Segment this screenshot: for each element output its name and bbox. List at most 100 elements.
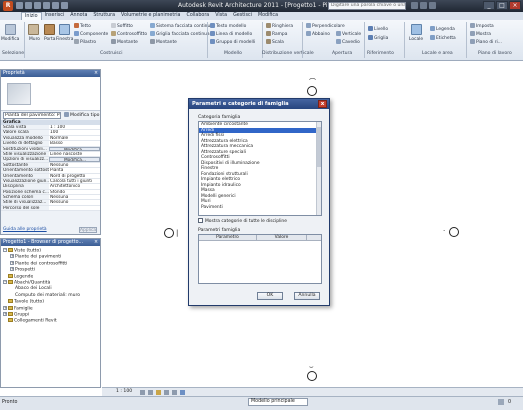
- modify-arrow-icon[interactable]: [5, 24, 16, 35]
- curtain-system-button[interactable]: Sistema facciata continua: [150, 23, 213, 29]
- scroll-thumb[interactable]: [317, 127, 321, 167]
- model-text-button[interactable]: Testo modello: [210, 23, 246, 29]
- tag-icon[interactable]: [61, 2, 68, 9]
- property-value[interactable]: 1 : 100: [49, 125, 100, 130]
- minimize-button[interactable]: _: [483, 1, 495, 10]
- window-button[interactable]: Finestra: [56, 37, 73, 42]
- revit-logo-icon[interactable]: R: [3, 1, 13, 11]
- show-button[interactable]: Mostra: [470, 31, 491, 37]
- property-value[interactable]: Nessuno: [49, 162, 100, 168]
- property-value[interactable]: Calcola tutti i giunti: [49, 178, 100, 184]
- ceiling-button[interactable]: Soffitto: [111, 23, 133, 29]
- subscription-icon[interactable]: [420, 2, 427, 9]
- tab-modifica[interactable]: Modifica: [255, 12, 281, 20]
- close-button[interactable]: ×: [509, 1, 521, 10]
- door-icon[interactable]: [44, 24, 55, 35]
- elevation-marker-south[interactable]: [307, 371, 317, 381]
- measure-icon[interactable]: [52, 2, 59, 9]
- floor-button[interactable]: Controsoffitto: [111, 31, 147, 37]
- tab-struttura[interactable]: Struttura: [90, 12, 118, 20]
- property-value[interactable]: 100: [49, 130, 100, 135]
- model-selector[interactable]: Modello principale: [248, 398, 308, 406]
- set-button[interactable]: Imposta: [470, 23, 494, 29]
- property-value[interactable]: Nord di progetto: [49, 173, 100, 178]
- category-item[interactable]: Pavimenti: [199, 205, 321, 211]
- detail-level-icon[interactable]: [140, 390, 145, 395]
- component-button[interactable]: Componente: [74, 31, 108, 37]
- undo-icon[interactable]: [34, 2, 41, 9]
- grid-button[interactable]: Griglia: [368, 35, 388, 41]
- expand-toggle-icon[interactable]: +: [10, 260, 14, 265]
- property-value[interactable]: [49, 205, 100, 211]
- room-button[interactable]: Locale: [409, 37, 423, 42]
- tab-volumetrie[interactable]: Volumetrie e planimetria: [118, 12, 183, 20]
- vertical-button[interactable]: Verticale: [336, 31, 361, 37]
- door-button[interactable]: Porta: [44, 37, 55, 42]
- show-all-disciplines-checkbox[interactable]: Mostra categorie di tutte le discipline: [198, 218, 287, 224]
- edit-type-button[interactable]: Modifica tipo: [64, 112, 100, 119]
- expand-toggle-icon[interactable]: +: [10, 267, 14, 272]
- property-value[interactable]: Sfondo: [49, 189, 100, 195]
- filter-icon[interactable]: [498, 399, 504, 405]
- category-scrollbar[interactable]: [316, 122, 321, 215]
- property-value[interactable]: Basso: [49, 141, 100, 146]
- shaft-button[interactable]: Cavedio: [336, 39, 360, 45]
- binoculars-icon[interactable]: [411, 2, 418, 9]
- railing-button[interactable]: Ringhiera: [266, 23, 293, 29]
- ramp-button[interactable]: Rampa: [266, 31, 287, 37]
- checkbox-icon[interactable]: [198, 218, 203, 223]
- type-selector[interactable]: Pianta del pavimento: Pi: [3, 112, 61, 119]
- model-group-button[interactable]: Gruppo di modelli: [210, 39, 255, 45]
- properties-help-link[interactable]: Guida alle proprietà: [3, 227, 47, 232]
- apply-button[interactable]: Applica: [79, 227, 97, 233]
- help-icon[interactable]: [429, 2, 436, 9]
- property-value[interactable]: Modifica...: [49, 157, 100, 162]
- dialog-close-button[interactable]: x: [318, 100, 327, 108]
- crop-icon[interactable]: [172, 390, 177, 395]
- legend-button[interactable]: Legenda: [430, 26, 455, 32]
- property-value[interactable]: Linee nascoste: [49, 151, 100, 157]
- tab-vista[interactable]: Vista: [212, 12, 230, 20]
- by-face-button[interactable]: Perpendicolare: [306, 23, 345, 29]
- stair-button[interactable]: Scala: [266, 39, 284, 45]
- roof-button[interactable]: Tetto: [74, 23, 91, 29]
- expand-toggle-icon[interactable]: +: [3, 311, 7, 316]
- cancel-button[interactable]: Annulla: [294, 292, 320, 300]
- sun-path-icon[interactable]: [156, 390, 161, 395]
- property-value[interactable]: Modifica...: [49, 146, 100, 151]
- dormer-button[interactable]: Abbaino: [306, 31, 330, 37]
- shadows-icon[interactable]: [164, 390, 169, 395]
- maximize-button[interactable]: □: [496, 1, 508, 10]
- column-button[interactable]: Pilastro: [74, 39, 96, 45]
- tab-annota[interactable]: Annota: [67, 12, 90, 20]
- search-input[interactable]: Digitare una parola chiave o una fr: [328, 2, 406, 10]
- property-value[interactable]: Normale: [49, 135, 100, 141]
- visual-style-icon[interactable]: [148, 390, 153, 395]
- elevation-marker-east[interactable]: [449, 227, 459, 237]
- tab-inserisci[interactable]: Inserisci: [42, 12, 68, 20]
- close-icon[interactable]: ×: [94, 239, 98, 246]
- tag-button[interactable]: Etichetta: [430, 35, 456, 41]
- expand-toggle-icon[interactable]: −: [3, 248, 7, 252]
- room-icon[interactable]: [411, 24, 422, 35]
- level-button[interactable]: Livello: [368, 26, 388, 32]
- property-value[interactable]: Nessuno: [49, 200, 100, 205]
- redo-icon[interactable]: [43, 2, 50, 9]
- tab-collabora[interactable]: Collabora: [183, 12, 212, 20]
- expand-toggle-icon[interactable]: −: [3, 279, 7, 284]
- property-value[interactable]: Pianta: [49, 168, 100, 173]
- wall-button[interactable]: Muro: [29, 37, 40, 42]
- tab-gestisci[interactable]: Gestisci: [230, 12, 255, 20]
- tree-item[interactable]: Collegamenti Revit: [3, 318, 100, 324]
- open-icon[interactable]: [16, 2, 23, 9]
- property-value[interactable]: Nessuna: [49, 195, 100, 200]
- window-icon[interactable]: [59, 24, 70, 35]
- elevation-marker-west[interactable]: [164, 228, 174, 238]
- view-scale[interactable]: 1 : 100: [116, 388, 132, 396]
- expand-toggle-icon[interactable]: +: [10, 254, 14, 259]
- category-list[interactable]: Ambiente circostante Arredi Arredi fissi At…: [198, 121, 322, 216]
- close-icon[interactable]: ×: [94, 70, 98, 77]
- modify-button[interactable]: Modifica: [1, 37, 19, 42]
- tab-inizio[interactable]: Inizio: [21, 12, 42, 20]
- mullion-button[interactable]: Montante: [111, 39, 138, 45]
